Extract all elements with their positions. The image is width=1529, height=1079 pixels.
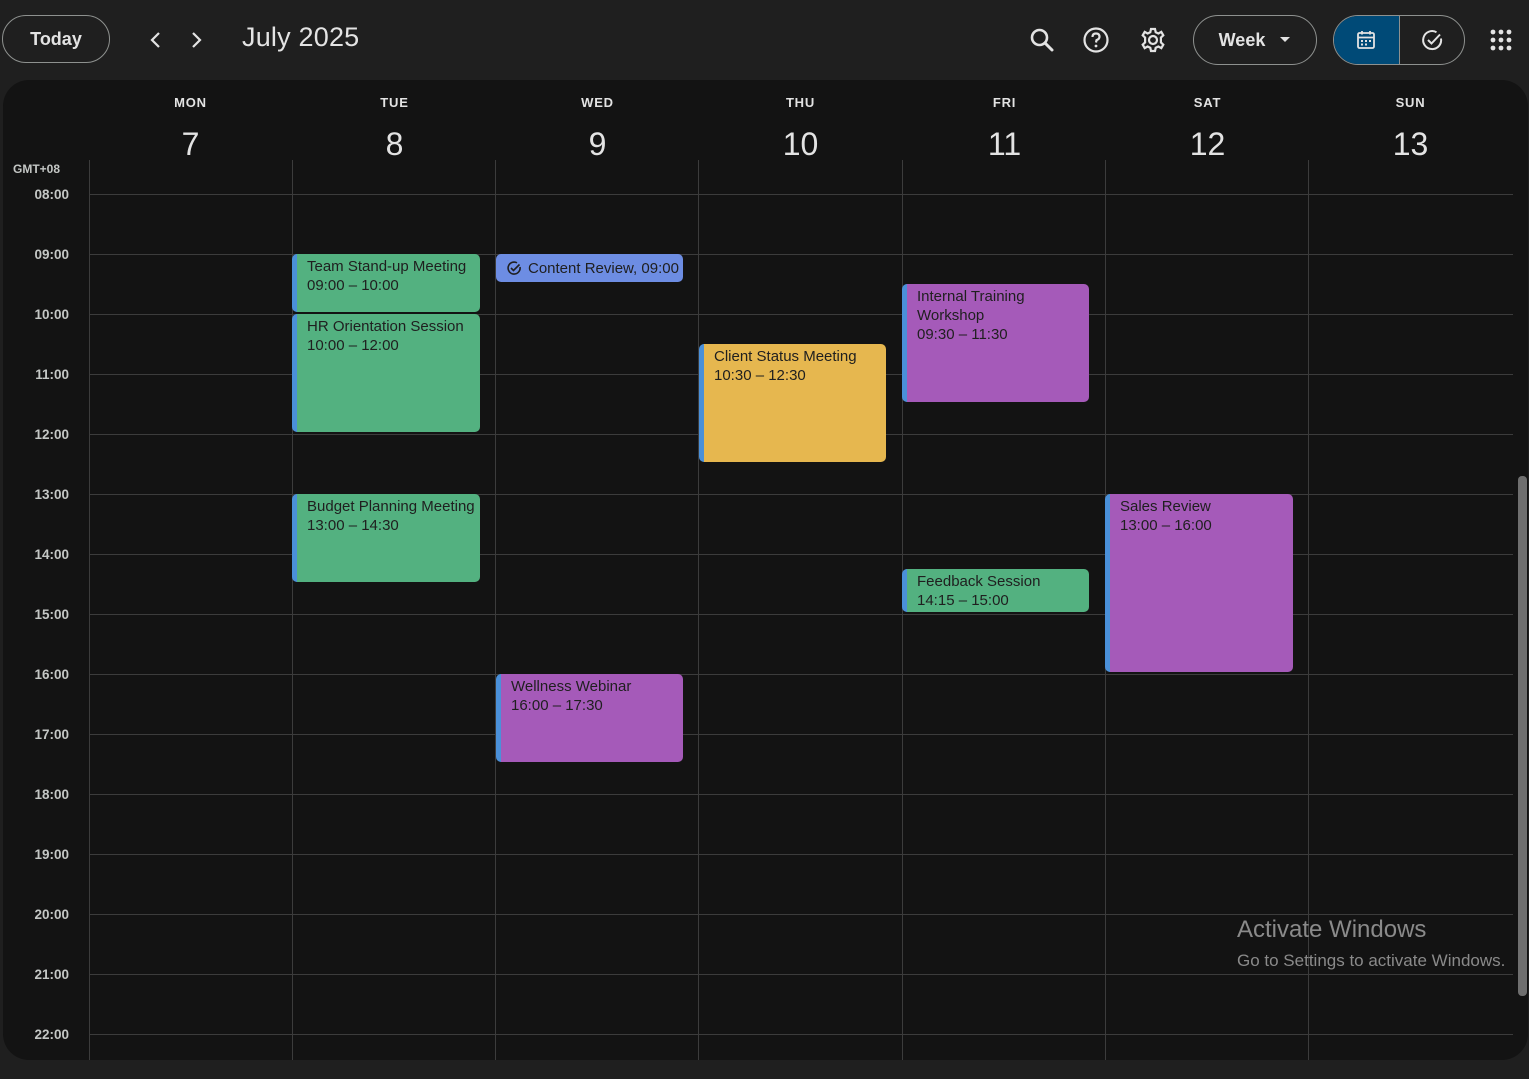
grid-column-line [698,160,699,1060]
event-title: Budget Planning Meeting [307,498,475,515]
event-wellness-webinar[interactable]: Wellness Webinar 16:00 – 17:30 [496,674,683,762]
event-time: 16:00 – 17:30 [511,697,603,714]
day-abbr: MON [174,95,207,110]
event-team-standup[interactable]: Team Stand-up Meeting 09:00 – 10:00 [292,254,480,312]
day-number[interactable]: 8 [293,126,496,163]
event-sales-review[interactable]: Sales Review 13:00 – 16:00 [1105,494,1293,672]
hour-label: 10:00 [34,307,69,322]
hour-label: 18:00 [34,787,69,802]
apps-button[interactable] [1479,18,1523,62]
previous-week-button[interactable] [136,20,176,60]
search-icon [1030,28,1054,52]
calendar-tasks-toggle [1333,15,1465,65]
activate-windows-title: Activate Windows [1237,916,1427,943]
task-check-icon [507,261,521,275]
day-abbr: TUE [380,95,409,110]
event-time: 13:00 – 14:30 [307,517,399,534]
hour-label: 08:00 [34,187,69,202]
help-icon [1083,27,1109,53]
hour-line [89,614,1513,615]
hour-label: 13:00 [34,487,69,502]
settings-button[interactable] [1131,18,1175,62]
day-abbr: FRI [992,95,1017,110]
settings-icon [1141,27,1165,53]
hour-label: 15:00 [34,607,69,622]
chevron-left-icon [150,32,160,48]
next-week-button[interactable] [176,20,216,60]
hour-line [89,854,1513,855]
event-time: 13:00 – 16:00 [1120,517,1212,534]
day-number[interactable]: 10 [699,126,902,163]
task-label: Content Review, 09:00 [528,259,679,277]
month-title: July 2025 [242,22,360,52]
event-title: Team Stand-up Meeting [307,258,467,275]
day-abbr: SUN [1395,95,1426,110]
today-button[interactable]: Today [2,15,110,63]
event-time: 10:30 – 12:30 [714,367,806,384]
hour-label: 21:00 [34,967,69,982]
day-number[interactable]: 11 [903,126,1106,163]
timezone-label: GMT+08 [13,162,61,176]
hour-label: 09:00 [34,247,69,262]
event-title: Client Status Meeting [714,348,857,365]
event-time: 14:15 – 15:00 [917,592,1009,609]
hour-label: 12:00 [34,427,69,442]
hour-line [89,974,1513,975]
event-time: 10:00 – 12:00 [307,337,399,354]
event-feedback-session[interactable]: Feedback Session 14:15 – 15:00 [902,569,1089,612]
day-abbr: THU [785,95,816,110]
hour-label: 22:00 [34,1027,69,1042]
event-internal-training[interactable]: Internal Training Workshop 09:30 – 11:30 [902,284,1089,402]
chevron-right-icon [192,32,202,48]
hour-label: 11:00 [35,367,69,382]
view-selector-dropdown[interactable]: Week [1193,15,1317,65]
dropdown-arrow-icon [1280,37,1291,42]
apps-grid-icon [1490,29,1512,51]
event-title: HR Orientation Session [307,318,464,335]
day-number[interactable]: 13 [1309,126,1512,163]
day-number[interactable]: 9 [496,126,699,163]
hour-line [89,734,1513,735]
activate-windows-subtitle: Go to Settings to activate Windows. [1237,951,1506,970]
event-title: Internal Training Workshop [917,288,1025,324]
search-button[interactable] [1020,18,1064,62]
grid-column-line [495,160,496,1060]
hour-label: 19:00 [34,847,69,862]
hour-line [89,1034,1513,1035]
hour-line [89,914,1513,915]
day-abbr: SAT [1193,95,1222,110]
help-button[interactable] [1074,18,1118,62]
task-content-review[interactable]: Content Review, 09:00 [496,254,683,282]
hour-label: 17:00 [34,727,69,742]
event-client-status[interactable]: Client Status Meeting 10:30 – 12:30 [699,344,886,462]
task-check-icon [1421,30,1442,50]
day-number[interactable]: 12 [1106,126,1309,163]
view-selector-label: Week [1218,29,1266,50]
top-toolbar: Today July 2025 Week [0,0,1529,80]
calendar-icon [1357,31,1376,49]
hour-label: 14:00 [34,547,69,562]
hour-line [89,194,1513,195]
day-number[interactable]: 7 [89,126,292,163]
calendar-view-button[interactable] [1334,16,1400,64]
event-budget-planning[interactable]: Budget Planning Meeting 13:00 – 14:30 [292,494,480,582]
vertical-scrollbar[interactable] [1518,476,1527,996]
hour-line [89,674,1513,675]
hour-line [89,794,1513,795]
event-hr-orientation[interactable]: HR Orientation Session 10:00 – 12:00 [292,314,480,432]
event-title: Feedback Session [917,573,1041,590]
event-title: Sales Review [1120,498,1211,515]
event-title: Wellness Webinar [511,678,632,695]
hour-label: 16:00 [34,667,69,682]
day-abbr: WED [581,95,614,110]
event-time: 09:00 – 10:00 [307,277,399,294]
event-time: 09:30 – 11:30 [917,326,1008,343]
hour-label: 20:00 [34,907,69,922]
tasks-view-button[interactable] [1400,16,1465,64]
week-calendar-panel: MON 7 TUE 8 WED 9 THU 10 FRI 11 SAT 12 S… [3,80,1528,1060]
grid-column-line [89,160,90,1060]
